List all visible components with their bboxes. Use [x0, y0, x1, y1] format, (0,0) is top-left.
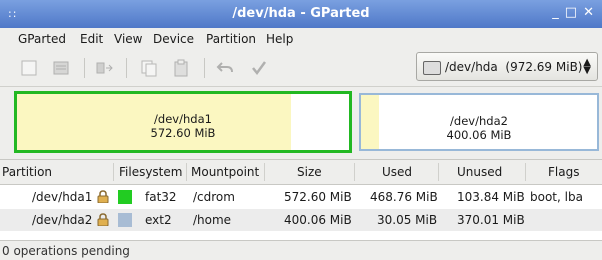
paste-icon[interactable]: [172, 59, 190, 77]
lock-icon: [97, 190, 109, 203]
column-divider[interactable]: [113, 163, 114, 181]
column-header-filesystem[interactable]: Filesystem: [119, 165, 182, 179]
cell-flags: boot, lba: [530, 190, 583, 204]
column-divider[interactable]: [264, 163, 265, 181]
cell-used: 30.05 MiB: [377, 213, 438, 227]
filesystem-color-swatch: [118, 213, 132, 227]
cell-mountpoint: /home: [193, 213, 232, 227]
undo-icon[interactable]: [216, 59, 234, 77]
column-header-flags[interactable]: Flags: [548, 165, 579, 179]
lock-icon: [97, 213, 109, 226]
column-header-size[interactable]: Size: [297, 165, 322, 179]
cell-filesystem: fat32: [145, 190, 177, 204]
menu-device[interactable]: Device: [153, 32, 194, 46]
menu-edit[interactable]: Edit: [80, 32, 103, 46]
menu-help[interactable]: Help: [266, 32, 293, 46]
disk-map: /dev/hda1 572.60 MiB /dev/hda2 400.06 Mi…: [10, 88, 600, 156]
column-divider[interactable]: [438, 163, 439, 181]
menu-partition[interactable]: Partition: [206, 32, 256, 46]
cell-size: 400.06 MiB: [284, 213, 352, 227]
apply-icon[interactable]: [250, 59, 268, 77]
disk-map-partition-hda2[interactable]: /dev/hda2 400.06 MiB: [359, 93, 599, 151]
column-header-mountpoint[interactable]: Mountpoint: [191, 165, 259, 179]
menu-gparted[interactable]: GParted: [18, 32, 66, 46]
column-header-unused[interactable]: Unused: [457, 165, 502, 179]
column-divider[interactable]: [525, 163, 526, 181]
title-bar: :: /dev/hda - GParted _ □ ✕: [0, 0, 602, 28]
cell-mountpoint: /cdrom: [193, 190, 235, 204]
cell-filesystem: ext2: [145, 213, 172, 227]
minimize-button[interactable]: _: [552, 5, 559, 20]
column-divider[interactable]: [354, 163, 355, 181]
cell-partition: /dev/hda2: [32, 213, 93, 227]
new-partition-icon[interactable]: [20, 59, 38, 77]
delete-partition-icon[interactable]: [52, 59, 70, 77]
maximize-button[interactable]: □: [565, 5, 577, 20]
hard-disk-icon: [423, 61, 441, 75]
table-row[interactable]: /dev/hda2 ext2 /home 400.06 MiB 30.05 Mi…: [0, 209, 602, 231]
copy-icon[interactable]: [140, 59, 158, 77]
window-controls: _ □ ✕: [552, 5, 594, 20]
menu-bar: GParted Edit View Device Partition Help: [0, 28, 602, 50]
column-header-used[interactable]: Used: [382, 165, 412, 179]
cell-unused: 103.84 MiB: [457, 190, 525, 204]
resize-move-icon[interactable]: [96, 59, 114, 77]
column-header-partition[interactable]: Partition: [2, 165, 52, 179]
table-row[interactable]: /dev/hda1 fat32 /cdrom 572.60 MiB 468.76…: [0, 186, 602, 208]
menu-view[interactable]: View: [114, 32, 142, 46]
partition-table: Partition Filesystem Mountpoint Size Use…: [0, 159, 602, 241]
cell-partition: /dev/hda1: [32, 190, 93, 204]
status-text: 0 operations pending: [2, 244, 130, 258]
disk-map-partition-hda1[interactable]: /dev/hda1 572.60 MiB: [14, 91, 352, 153]
partition-size: 400.06 MiB: [446, 128, 512, 142]
close-button[interactable]: ✕: [583, 5, 594, 20]
partition-label: /dev/hda2 400.06 MiB: [361, 114, 597, 142]
partition-size: 572.60 MiB: [150, 126, 216, 140]
cell-used: 468.76 MiB: [370, 190, 438, 204]
window-title: /dev/hda - GParted: [232, 6, 370, 21]
partition-label: /dev/hda1 572.60 MiB: [17, 112, 349, 140]
toolbar-separator: [84, 58, 85, 78]
device-selector[interactable]: /dev/hda (972.69 MiB) ▲ ▼: [416, 52, 598, 81]
device-selector-value: /dev/hda (972.69 MiB): [445, 60, 583, 74]
column-divider[interactable]: [186, 163, 187, 181]
table-header: Partition Filesystem Mountpoint Size Use…: [0, 160, 602, 185]
partition-name: /dev/hda2: [450, 114, 508, 128]
cell-size: 572.60 MiB: [284, 190, 352, 204]
partition-name: /dev/hda1: [154, 112, 212, 126]
filesystem-color-swatch: [118, 190, 132, 204]
up-down-arrows-icon: ▲ ▼: [583, 57, 591, 76]
toolbar-separator: [126, 58, 127, 78]
toolbar-separator: [204, 58, 205, 78]
cell-unused: 370.01 MiB: [457, 213, 525, 227]
status-bar: 0 operations pending: [0, 240, 602, 260]
